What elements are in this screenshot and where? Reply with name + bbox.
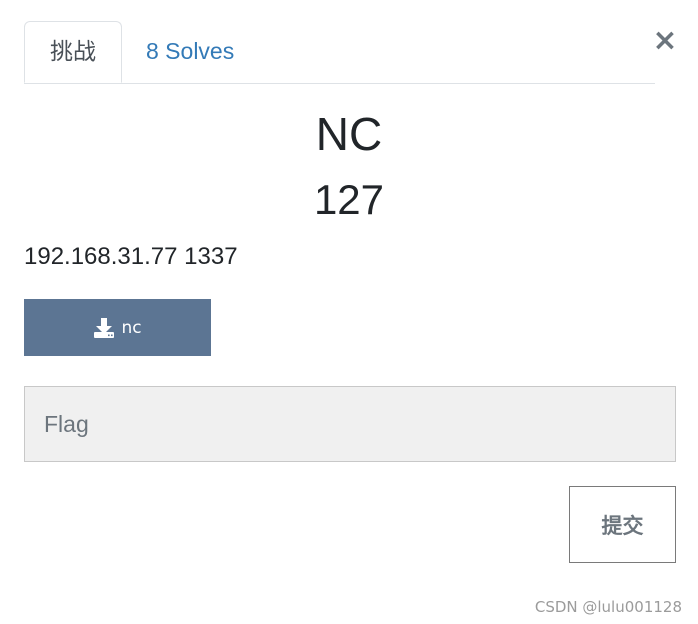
download-label: nc	[121, 317, 142, 338]
submit-button[interactable]: 提交	[569, 486, 676, 563]
challenge-value: 127	[313, 176, 385, 223]
challenge-description: 192.168.31.77 1337	[24, 243, 238, 270]
download-icon	[93, 317, 115, 339]
watermark: CSDN @lulu001128	[534, 598, 682, 616]
flag-input[interactable]	[24, 386, 676, 462]
challenge-name: NC	[315, 108, 383, 160]
tab-solves[interactable]: 8 Solves	[146, 21, 234, 82]
download-file-button[interactable]: nc	[24, 299, 211, 356]
tab-challenge[interactable]: 挑战	[24, 21, 122, 83]
challenge-tabs: 挑战 8 Solves	[24, 21, 655, 84]
close-icon[interactable]: ×	[652, 26, 678, 56]
challenge-modal: 挑战 8 Solves × NC 127 192.168.31.77 1337 …	[0, 0, 698, 624]
